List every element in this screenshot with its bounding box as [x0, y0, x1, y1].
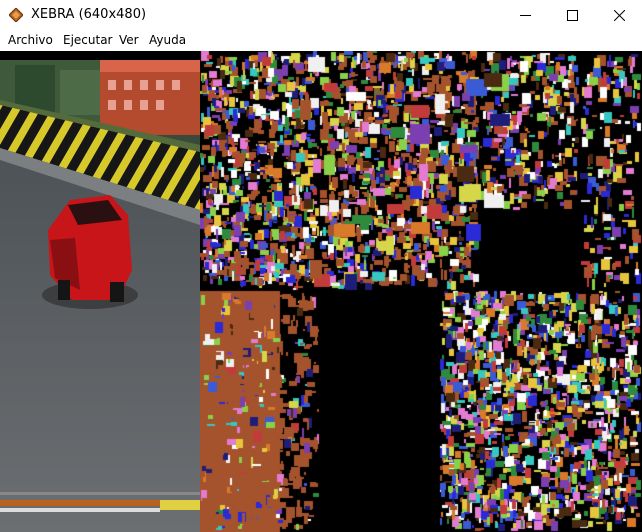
- texture-atlas: [200, 51, 642, 532]
- title-bar[interactable]: XEBRA (640x480): [0, 0, 642, 31]
- emulator-display[interactable]: [0, 51, 642, 532]
- menu-bar: Archivo Ejecutar Ver Ayuda: [0, 31, 642, 51]
- window-title: XEBRA (640x480): [31, 7, 147, 22]
- minimize-button[interactable]: [502, 0, 548, 31]
- menu-ver[interactable]: Ver: [119, 33, 139, 47]
- minimize-icon: [519, 15, 531, 16]
- menu-ayuda[interactable]: Ayuda: [149, 33, 186, 47]
- maximize-icon: [566, 10, 578, 21]
- close-button[interactable]: [596, 0, 642, 31]
- close-icon: [613, 10, 625, 21]
- menu-ejecutar[interactable]: Ejecutar: [63, 33, 113, 47]
- maximize-button[interactable]: [549, 0, 595, 31]
- app-window: XEBRA (640x480) Archivo Ejecutar Ver Ayu…: [0, 0, 642, 532]
- texture-atlas-canvas: [200, 51, 642, 532]
- menu-archivo[interactable]: Archivo: [8, 33, 53, 47]
- game-scene: [0, 60, 200, 532]
- xebra-diamond-icon: [9, 8, 23, 22]
